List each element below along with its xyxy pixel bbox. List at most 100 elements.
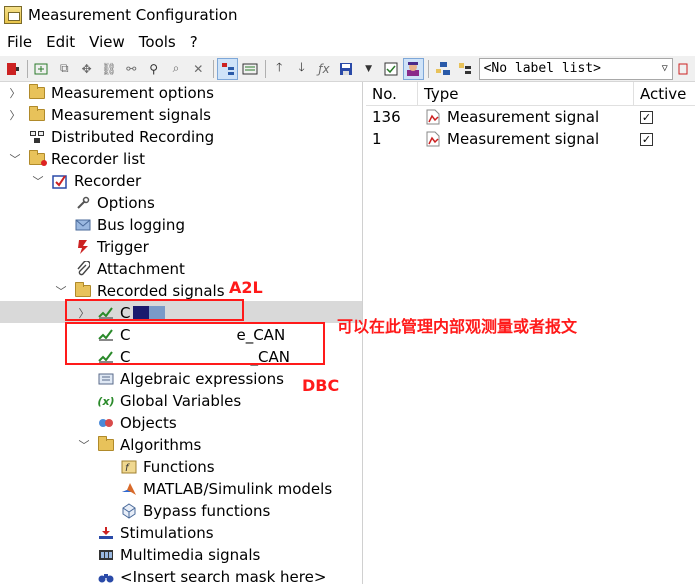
paperclip-icon [74,261,92,277]
active-checkbox[interactable]: ✓ [640,110,653,124]
toolbar-separator [264,59,266,78]
stimulation-icon [97,525,115,541]
dropdown-icon[interactable]: ▼ [358,58,379,80]
tree-node-stimulations[interactable]: Stimulations [77,522,214,544]
tree-view-icon[interactable] [216,57,239,80]
copy-icon[interactable]: ⧉ [54,58,75,80]
tree-node-distributed-recording[interactable]: Distributed Recording [8,126,214,148]
save-icon[interactable] [336,58,357,80]
tree-node-options[interactable]: Options [54,192,155,214]
table-row[interactable]: 136 Measurement signal ✓ [366,106,695,128]
cell-type-label: Measurement signal [447,108,600,126]
toolbar-separator [212,59,214,78]
arrow-down-icon[interactable]: 🡓 [291,58,312,80]
tree-node-algorithms[interactable]: ﹀ Algorithms [77,434,201,456]
tree-node-global-variables[interactable]: (x) Global Variables [77,390,241,412]
folder-icon [28,106,46,123]
window-title: Measurement Configuration [28,6,238,24]
cell-type: Measurement signal [418,128,634,150]
toolbar-separator [427,59,429,78]
tree-node-algebraic-expressions[interactable]: Algebraic expressions [77,368,284,390]
column-header-no[interactable]: No. [366,81,418,106]
chevron-down-icon[interactable]: ﹀ [31,173,45,189]
label-list-value: <No label list> [483,61,601,76]
toolbar: ⧉ ✥ ⛓ ⚯ ⚲ ⌕ ✕ 🡑 🡓 ƒx ▼ <No label list> ▽ [0,56,695,82]
active-checkbox[interactable]: ✓ [640,132,653,146]
trigger-icon [74,239,92,255]
user-icon[interactable] [402,57,424,80]
function-icon[interactable]: ƒx [313,58,334,80]
tree-label: Algorithms [120,436,202,454]
table-header: No. Type Active [366,81,695,106]
tree-label: Options [97,194,155,212]
wrench-icon [74,195,92,211]
chevron-right-icon[interactable]: 〉 [8,85,22,101]
chevron-right-icon[interactable]: 〉 [8,107,22,123]
cell-no: 136 [372,108,401,126]
arrow-up-icon[interactable]: 🡑 [269,58,290,80]
menu-tools[interactable]: Tools [132,33,183,51]
tree-label: Recorder list [51,150,146,168]
move-icon[interactable]: ✥ [76,58,97,80]
hierarchy-icon[interactable]: ⚯ [121,58,142,80]
exit-icon[interactable] [2,58,23,80]
label-list-select[interactable]: <No label list> ▽ [478,57,673,80]
tree-label: Algebraic expressions [120,370,284,388]
tree-node-attachment[interactable]: Attachment [54,258,185,280]
delete-icon[interactable]: ✕ [188,58,209,80]
tree-node-measurement-options[interactable]: 〉 Measurement options [8,82,214,104]
variable-icon: (x) [97,394,115,408]
tree-node-functions[interactable]: f Functions [100,456,215,478]
tree-node-bypass-functions[interactable]: Bypass functions [100,500,270,522]
label-icon[interactable] [454,58,475,80]
measurement-signal-icon [424,131,442,147]
chevron-down-icon[interactable]: ﹀ [54,283,68,299]
folder-icon [74,282,92,299]
tree-node-objects[interactable]: Objects [77,412,177,434]
tree-node-bus-logging[interactable]: Bus logging [54,214,185,236]
objects-icon [97,415,115,431]
bypass-icon [120,503,138,519]
annotation-note: 可以在此管理内部观测量或者报文 [337,317,578,336]
tree-label: Global Variables [120,392,242,410]
tree-label: Distributed Recording [51,128,215,146]
tree-label: Multimedia signals [120,546,261,564]
menu-help[interactable]: ? [183,33,205,51]
add-signal-icon[interactable] [31,58,52,80]
tree-node-trigger[interactable]: Trigger [54,236,149,258]
column-header-type[interactable]: Type [418,81,634,106]
list-view-icon[interactable] [239,58,260,80]
overflow-icon[interactable] [673,58,694,80]
label-add-icon[interactable] [432,58,453,80]
tree-node-multimedia-signals[interactable]: Multimedia signals [77,544,260,566]
tree-label: Recorded signals [97,282,225,300]
column-header-active[interactable]: Active [634,82,695,106]
tree-node-measurement-signals[interactable]: 〉 Measurement signals [8,104,211,126]
toolbar-separator [27,59,29,78]
menu-view[interactable]: View [82,33,132,51]
tree-node-recorder-list[interactable]: ﹀ Recorder list [8,148,145,170]
tree-node-insert-search-mask[interactable]: <Insert search mask here> [77,566,326,584]
chevron-down-icon[interactable]: ﹀ [8,151,22,167]
menu-file[interactable]: File [0,33,39,51]
menu-edit[interactable]: Edit [39,33,82,51]
tree-node-recorder[interactable]: ﹀ Recorder [31,170,142,192]
table-row[interactable]: 1 Measurement signal ✓ [366,128,695,150]
function-icon: f [120,459,138,475]
folder-icon [28,84,46,101]
menu-bar: File Edit View Tools ? [0,30,695,54]
checkbox-icon[interactable] [380,58,401,80]
app-icon [4,6,22,24]
matlab-icon [120,481,138,497]
find-icon[interactable]: ⚲ [143,58,164,80]
zoom-icon[interactable]: ⌕ [165,58,186,80]
cell-active: ✓ [634,128,695,150]
tree-node-matlab-simulink[interactable]: MATLAB/Simulink models [100,478,332,500]
algebra-icon [97,371,115,387]
chevron-down-icon[interactable]: ﹀ [77,437,91,453]
tree-label: MATLAB/Simulink models [143,480,333,498]
tree-label: Functions [143,458,215,476]
folder-icon [97,436,115,453]
tree-label: Measurement signals [51,106,211,124]
link-icon[interactable]: ⛓ [98,58,119,80]
